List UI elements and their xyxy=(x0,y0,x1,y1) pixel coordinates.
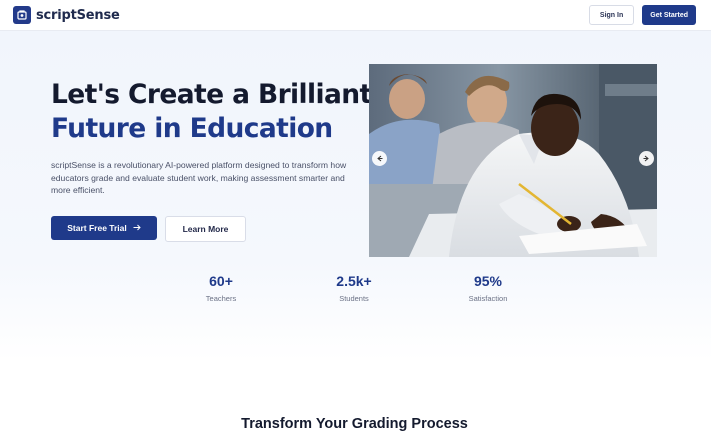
hero-title-line-1: Let's Create a Brilliant xyxy=(51,79,372,110)
hero-image-carousel xyxy=(369,64,657,257)
stat-teachers: 60+ Teachers xyxy=(171,272,271,303)
stat-value: 2.5k+ xyxy=(336,273,372,289)
features-section-title: Transform Your Grading Process xyxy=(241,416,468,432)
header-actions: Sign In Get Started xyxy=(588,5,696,25)
learn-more-button[interactable]: Learn More xyxy=(165,216,246,242)
carousel-prev-button[interactable] xyxy=(372,151,387,166)
stat-label: Satisfaction xyxy=(468,294,508,303)
hero-image xyxy=(369,64,657,257)
chevron-right-icon xyxy=(643,155,650,162)
hero-description: scriptSense is a revolutionary AI-powere… xyxy=(51,160,347,195)
stat-value: 95% xyxy=(473,273,503,289)
stat-value: 60+ xyxy=(209,273,233,289)
logo-icon xyxy=(13,6,31,24)
top-navbar: scriptSense Sign In Get Started xyxy=(0,0,711,31)
stat-label: Teachers xyxy=(205,294,237,303)
hero-section: Let's Create a Brilliant Future in Educa… xyxy=(0,31,711,361)
carousel-next-button[interactable] xyxy=(639,151,654,166)
brand[interactable]: scriptSense xyxy=(13,6,120,24)
stat-label: Students xyxy=(339,294,369,303)
start-free-trial-label: Start Free Trial xyxy=(67,223,127,233)
stat-students: 2.5k+ Students xyxy=(304,272,404,303)
chevron-left-icon xyxy=(376,155,383,162)
start-free-trial-button[interactable]: Start Free Trial xyxy=(51,216,157,240)
hero-title: Let's Create a Brilliant Future in Educa… xyxy=(51,78,372,146)
hero-title-line-2: Future in Education xyxy=(51,113,333,144)
get-started-button[interactable]: Get Started xyxy=(642,5,696,25)
stat-satisfaction: 95% Satisfaction xyxy=(438,272,538,303)
arrow-right-icon xyxy=(133,223,141,233)
sign-in-button[interactable]: Sign In xyxy=(588,5,635,25)
brand-name: scriptSense xyxy=(36,7,120,23)
